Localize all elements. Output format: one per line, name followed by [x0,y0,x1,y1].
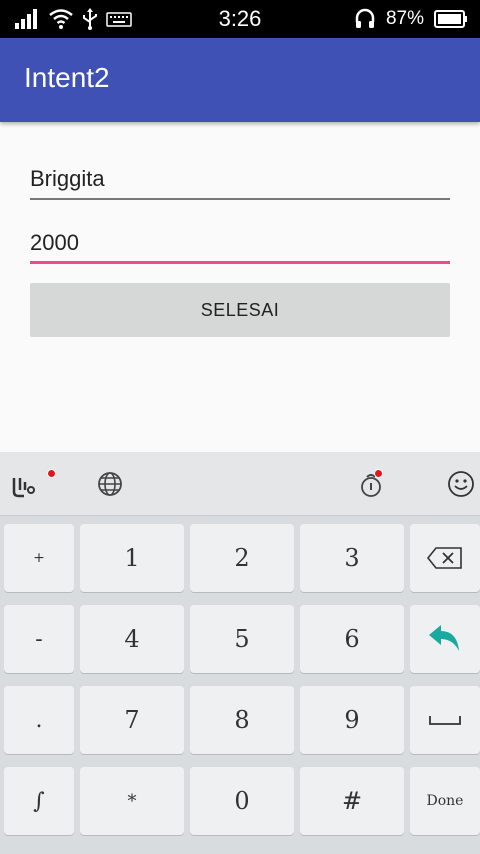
status-bar: 3:26 87% [0,0,480,38]
key-4[interactable]: 4 [80,605,184,673]
key-hash[interactable]: # [300,767,404,835]
enter-arrow-icon [429,625,459,651]
keyboard-toolbar [0,452,480,516]
backspace-key[interactable] [410,524,480,592]
key-integral[interactable]: ∫ [4,767,74,835]
backspace-icon [426,547,462,569]
done-key[interactable]: Done [410,767,480,835]
app-bar: Intent2 [0,38,480,122]
space-key[interactable] [410,686,480,754]
key-plus[interactable]: + [4,524,74,592]
key-6[interactable]: 6 [300,605,404,673]
globe-icon[interactable] [96,470,126,500]
theme-icon[interactable] [358,470,388,500]
emoji-icon[interactable] [447,470,477,500]
key-8[interactable]: 8 [190,686,294,754]
status-icons-right: 87% [354,7,468,31]
amount-input[interactable]: 2000 [30,222,450,264]
notification-dot [47,469,56,478]
selesai-button[interactable]: SELESAI [30,283,450,337]
key-9[interactable]: 9 [300,686,404,754]
headphones-icon [355,8,375,28]
key-7[interactable]: 7 [80,686,184,754]
key-2[interactable]: 2 [190,524,294,592]
numeric-keyboard: + 1 2 3 - 4 5 6 . 7 8 9 ∫ * 0 # Done [0,516,480,854]
key-5[interactable]: 5 [190,605,294,673]
battery-icon [434,10,467,28]
key-3[interactable]: 3 [300,524,404,592]
battery-percent: 87% [385,8,424,29]
space-icon [429,716,461,725]
name-input-underline [30,198,450,200]
key-asterisk[interactable]: * [80,767,184,835]
app-title: Intent2 [24,62,110,93]
amount-input-underline [30,261,450,264]
name-input-value: Briggita [30,166,105,191]
amount-input-value: 2000 [30,230,79,255]
key-minus[interactable]: - [4,605,74,673]
touchpal-logo-icon[interactable] [10,470,40,500]
key-0[interactable]: 0 [190,767,294,835]
enter-key[interactable] [410,605,480,673]
name-input[interactable]: Briggita [30,160,450,200]
key-1[interactable]: 1 [80,524,184,592]
key-period[interactable]: . [4,686,74,754]
theme-notification-dot [374,469,383,478]
